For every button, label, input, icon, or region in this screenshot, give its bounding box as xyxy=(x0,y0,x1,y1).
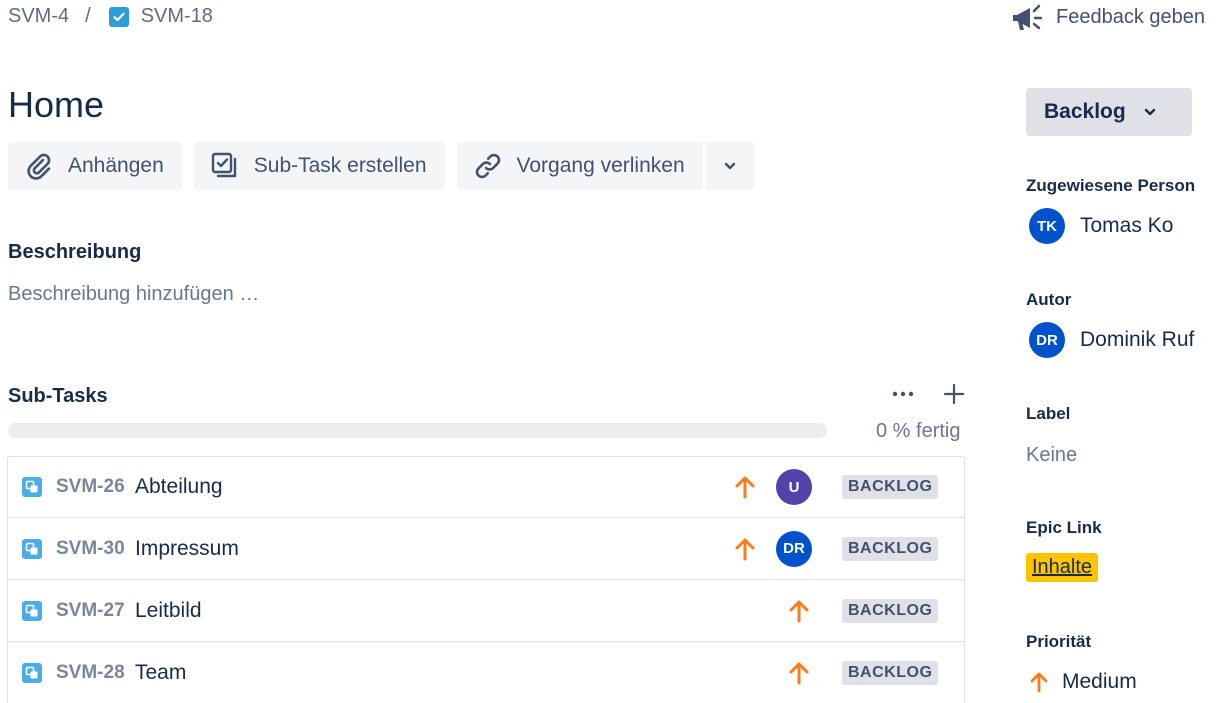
megaphone-icon xyxy=(1012,4,1042,30)
priority-value: Medium xyxy=(1062,670,1137,693)
subtask-row[interactable]: SVM-30 Impressum DR BACKLOG xyxy=(7,518,965,580)
more-actions-button[interactable] xyxy=(706,142,754,190)
subtask-type-icon xyxy=(22,538,42,559)
add-icon[interactable] xyxy=(942,382,966,406)
subtask-summary[interactable]: Team xyxy=(135,661,186,685)
more-options-icon[interactable] xyxy=(888,384,918,404)
link-issue-label: Vorgang verlinken xyxy=(516,154,685,177)
subtask-key[interactable]: SVM-27 xyxy=(56,600,125,622)
create-subtask-label: Sub-Task erstellen xyxy=(253,154,427,177)
subtask-summary[interactable]: Leitbild xyxy=(135,599,202,623)
subtask-key[interactable]: SVM-30 xyxy=(56,538,125,560)
status-badge[interactable]: BACKLOG xyxy=(842,536,939,561)
subtask-type-icon xyxy=(22,600,42,621)
subtask-key[interactable]: SVM-28 xyxy=(56,662,125,684)
create-subtask-button[interactable]: Sub-Task erstellen xyxy=(193,142,445,190)
chevron-down-icon xyxy=(724,162,735,170)
assignee-name: Tomas Ko xyxy=(1080,214,1174,237)
priority-medium-icon xyxy=(735,476,755,499)
subtask-icon xyxy=(211,152,236,178)
assignee-label: Zugewiesene Person xyxy=(1026,176,1196,195)
description-field[interactable]: Beschreibung hinzufügen … xyxy=(8,283,259,306)
paperclip-icon xyxy=(27,153,51,180)
status-badge[interactable]: BACKLOG xyxy=(842,660,939,685)
subtask-progress-text: 0 % fertig xyxy=(876,420,961,442)
subtask-key[interactable]: SVM-26 xyxy=(56,476,125,498)
attach-button[interactable]: Anhängen xyxy=(8,142,182,190)
status-badge[interactable]: BACKLOG xyxy=(842,598,939,623)
avatar[interactable]: DR xyxy=(776,530,812,567)
labels-field[interactable]: Keine xyxy=(1026,444,1077,467)
breadcrumb: SVM-4 / SVM-18 xyxy=(8,5,213,28)
chevron-down-icon xyxy=(1144,108,1155,116)
reporter-name: Dominik Ruf xyxy=(1080,328,1195,351)
priority-medium-icon xyxy=(789,600,809,622)
breadcrumb-separator: / xyxy=(85,5,91,27)
epic-link[interactable]: Inhalte xyxy=(1026,553,1099,582)
avatar: TK xyxy=(1029,208,1065,244)
issue-actions: Anhängen Sub-Task erstellen Vorgang verl… xyxy=(8,142,754,190)
epic-link-label: Epic Link xyxy=(1026,518,1102,537)
page-title[interactable]: Home xyxy=(8,84,104,126)
avatar: DR xyxy=(1029,322,1065,358)
link-issue-button-group: Vorgang verlinken xyxy=(456,142,754,190)
priority-medium-icon xyxy=(789,662,809,684)
subtask-summary[interactable]: Abteilung xyxy=(135,475,223,499)
priority-label: Priorität xyxy=(1026,632,1092,651)
subtask-row[interactable]: SVM-26 Abteilung U BACKLOG xyxy=(7,456,965,518)
feedback-button[interactable]: Feedback geben xyxy=(1010,2,1205,32)
subtask-type-icon xyxy=(22,662,42,683)
subtask-type-icon xyxy=(22,477,42,497)
labels-label: Label xyxy=(1026,404,1071,423)
reporter-label: Autor xyxy=(1026,290,1072,309)
subtask-row[interactable]: SVM-28 Team BACKLOG xyxy=(7,642,965,703)
status-badge[interactable]: BACKLOG xyxy=(842,475,939,499)
subtask-progress-bar xyxy=(8,423,827,438)
subtask-summary[interactable]: Impressum xyxy=(135,537,239,561)
status-label: Backlog xyxy=(1044,100,1126,123)
link-issue-button[interactable]: Vorgang verlinken xyxy=(457,142,703,190)
breadcrumb-parent-link[interactable]: SVM-4 xyxy=(8,5,69,28)
priority-medium-icon xyxy=(1030,672,1048,693)
reporter-field[interactable]: DR Dominik Ruf xyxy=(1029,322,1194,358)
priority-field[interactable]: Medium xyxy=(1029,670,1137,694)
subtask-row[interactable]: SVM-27 Leitbild BACKLOG xyxy=(7,580,965,642)
attach-label: Anhängen xyxy=(68,154,164,177)
assignee-field[interactable]: TK Tomas Ko xyxy=(1029,208,1173,244)
avatar[interactable]: U xyxy=(776,469,812,505)
feedback-label: Feedback geben xyxy=(1055,5,1205,28)
description-heading: Beschreibung xyxy=(8,241,142,263)
subtask-list: SVM-26 Abteilung U BACKLOG SVM-30 Impressum DR… xyxy=(7,456,965,703)
subtasks-heading: Sub-Tasks xyxy=(8,385,108,407)
breadcrumb-current-link[interactable]: SVM-18 xyxy=(141,5,213,28)
task-type-icon xyxy=(108,6,129,27)
priority-medium-icon xyxy=(735,538,755,560)
link-icon xyxy=(475,153,500,179)
subtask-tools xyxy=(888,382,966,406)
status-dropdown[interactable]: Backlog xyxy=(1026,88,1192,136)
